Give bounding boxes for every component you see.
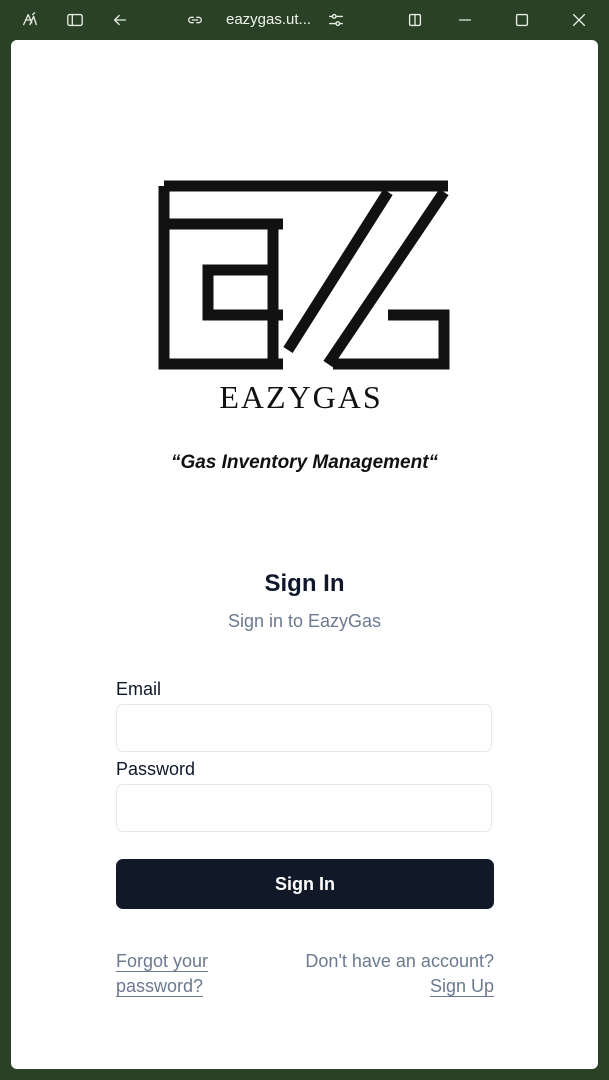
sidebar-icon[interactable]	[65, 10, 85, 30]
logo-wordmark: EAZYGAS	[219, 379, 382, 415]
forgot-password-line2: password?	[116, 976, 204, 997]
site-settings-icon[interactable]	[326, 10, 346, 30]
sign-in-subtitle: Sign in to EazyGas	[227, 611, 382, 631]
tagline: “Gas Inventory Management“	[170, 452, 439, 473]
web-page: EAZYGAS “Gas Inventory Management“ Sign …	[11, 40, 598, 1069]
sign-in-button[interactable]: Sign In	[116, 859, 494, 909]
sign-up-link[interactable]: Sign Up	[429, 976, 494, 997]
maximize-icon[interactable]	[512, 10, 532, 30]
sign-in-heading: Sign In	[264, 570, 345, 597]
forgot-password-line1: Forgot your	[116, 951, 209, 972]
forgot-password-link[interactable]: Forgot your password?	[116, 949, 209, 999]
app-icon[interactable]	[20, 10, 40, 30]
back-icon[interactable]	[110, 10, 130, 30]
browser-titlebar: eazygas.ut...	[0, 0, 609, 40]
signup-prompt: Don't have an account? Sign Up	[305, 949, 494, 999]
no-account-text: Don't have an account?	[305, 951, 494, 971]
link-icon[interactable]	[185, 10, 205, 30]
email-field[interactable]	[116, 704, 492, 752]
close-icon[interactable]	[569, 10, 589, 30]
address-bar-url[interactable]: eazygas.ut...	[226, 10, 311, 30]
password-label: Password	[116, 759, 196, 779]
split-view-icon[interactable]	[405, 10, 425, 30]
email-label: Email	[116, 679, 162, 699]
minimize-icon[interactable]	[455, 10, 475, 30]
password-field[interactable]	[116, 784, 492, 832]
eazygas-logo: EAZYGAS	[158, 180, 454, 415]
sign-up-label: Sign Up	[429, 976, 494, 997]
